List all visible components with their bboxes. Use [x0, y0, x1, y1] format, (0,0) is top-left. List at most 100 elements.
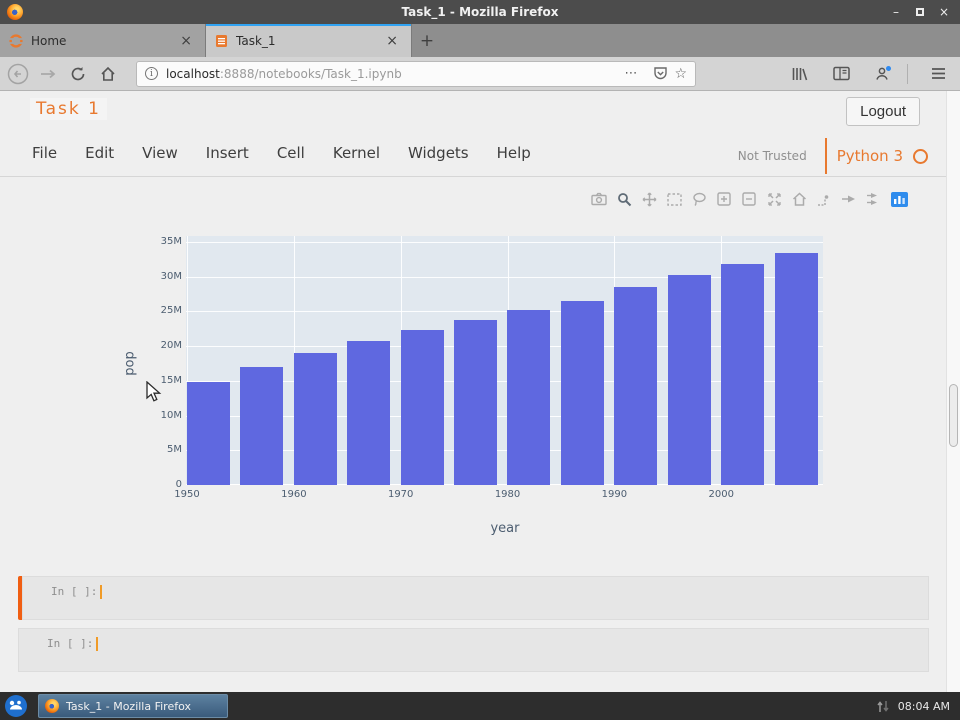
- desktop-taskbar: Task_1 - Mozilla Firefox 08:04 AM: [0, 692, 960, 720]
- plotly-modebar: [590, 190, 908, 208]
- bar-2007[interactable]: [774, 253, 818, 485]
- bar-1982[interactable]: [507, 310, 551, 485]
- camera-icon[interactable]: [590, 190, 608, 208]
- code-cell[interactable]: In [ ]:: [18, 576, 929, 620]
- notebook-title[interactable]: Task 1: [30, 98, 107, 120]
- cell-prompt: In [ ]:: [51, 585, 98, 598]
- notebook-menubar: File Edit View Insert Cell Kernel Widgets Help: [32, 144, 531, 162]
- page-scrollbar[interactable]: [946, 91, 960, 692]
- y-tick-label: 10M: [160, 409, 182, 421]
- menu-item-view[interactable]: View: [142, 144, 178, 162]
- bar-1992[interactable]: [614, 287, 658, 485]
- tab-task1[interactable]: Task_1 ×: [206, 24, 412, 57]
- kernel-idle-icon: [913, 148, 928, 164]
- window-titlebar: Task_1 - Mozilla Firefox – ×: [0, 0, 960, 24]
- menu-item-file[interactable]: File: [32, 144, 57, 162]
- header-divider: [0, 176, 946, 177]
- network-icon[interactable]: [876, 700, 890, 713]
- browser-toolbar: i localhost:8888/notebooks/Task_1.ipynb …: [0, 57, 960, 91]
- y-gridline: [186, 242, 823, 243]
- tab-home[interactable]: Home ×: [0, 24, 206, 57]
- library-icon[interactable]: [787, 62, 811, 86]
- x-tick-label: 1980: [494, 489, 521, 500]
- bar-1962[interactable]: [293, 353, 337, 485]
- box-select-icon[interactable]: [665, 190, 683, 208]
- page-actions-icon[interactable]: ⋯: [624, 66, 638, 81]
- notebook-file-icon: [216, 34, 227, 47]
- menu-hamburger-icon[interactable]: [926, 62, 950, 86]
- menu-item-kernel[interactable]: Kernel: [333, 144, 380, 162]
- menu-item-cell[interactable]: Cell: [277, 144, 305, 162]
- text-caret: [96, 637, 99, 651]
- x-tick-label: 1950: [174, 489, 200, 500]
- spikelines-icon[interactable]: [815, 190, 833, 208]
- zoom-out-icon[interactable]: [740, 190, 758, 208]
- bar-1957[interactable]: [240, 366, 284, 485]
- bar-1967[interactable]: [347, 340, 391, 485]
- close-tab-icon[interactable]: ×: [176, 33, 196, 49]
- bookmark-star-icon[interactable]: ☆: [674, 66, 687, 82]
- mouse-cursor: [146, 381, 162, 402]
- account-icon[interactable]: [871, 62, 895, 86]
- menu-item-widgets[interactable]: Widgets: [408, 144, 469, 162]
- y-tick-label: 30M: [160, 270, 182, 282]
- bar-1977[interactable]: [454, 319, 497, 485]
- tab-label: Task_1: [236, 33, 276, 48]
- cell-input-area[interactable]: In [ ]:: [22, 576, 929, 620]
- sidebars-icon[interactable]: [829, 62, 853, 86]
- pan-icon[interactable]: [640, 190, 658, 208]
- minimize-icon[interactable]: –: [889, 5, 903, 19]
- cell-input-area[interactable]: In [ ]:: [18, 628, 929, 672]
- reset-axes-icon[interactable]: [790, 190, 808, 208]
- logout-button[interactable]: Logout: [846, 97, 920, 126]
- bar-1987[interactable]: [560, 300, 604, 485]
- bar-1972[interactable]: [400, 330, 444, 485]
- trust-status-button[interactable]: Not Trusted: [730, 145, 815, 167]
- x-tick-label: 2000: [708, 489, 734, 500]
- tab-label: Home: [31, 33, 67, 48]
- plot-area[interactable]: [186, 236, 823, 485]
- close-icon[interactable]: ×: [937, 5, 951, 19]
- forward-icon[interactable]: [36, 62, 60, 86]
- new-tab-button[interactable]: +: [412, 24, 442, 57]
- window-title: Task_1 - Mozilla Firefox: [401, 5, 559, 19]
- y-tick-label: 5M: [167, 444, 182, 456]
- menu-item-insert[interactable]: Insert: [206, 144, 249, 162]
- scrollbar-thumb[interactable]: [949, 384, 958, 447]
- home-icon[interactable]: [96, 62, 120, 86]
- applications-menu-icon[interactable]: [5, 695, 27, 717]
- taskbar-window-button[interactable]: Task_1 - Mozilla Firefox: [38, 694, 228, 718]
- menu-item-edit[interactable]: Edit: [85, 144, 114, 162]
- menu-item-help[interactable]: Help: [497, 144, 531, 162]
- zoom-icon[interactable]: [615, 190, 633, 208]
- hover-closest-icon[interactable]: [840, 190, 858, 208]
- reload-icon[interactable]: [66, 62, 90, 86]
- lasso-select-icon[interactable]: [690, 190, 708, 208]
- taskbar-window-label: Task_1 - Mozilla Firefox: [66, 699, 192, 713]
- bar-1997[interactable]: [667, 274, 711, 485]
- bar-1952[interactable]: [186, 382, 230, 485]
- autoscale-icon[interactable]: [765, 190, 783, 208]
- cell-prompt: In [ ]:: [47, 637, 94, 650]
- x-tick-label: 1990: [601, 489, 628, 500]
- hover-compare-icon[interactable]: [865, 190, 883, 208]
- url-text: localhost:8888/notebooks/Task_1.ipynb: [166, 66, 402, 81]
- site-info-icon[interactable]: i: [145, 67, 158, 80]
- text-caret: [100, 585, 103, 599]
- zoom-in-icon[interactable]: [715, 190, 733, 208]
- code-cell[interactable]: In [ ]:: [18, 628, 929, 672]
- close-tab-icon[interactable]: ×: [382, 33, 402, 49]
- maximize-icon[interactable]: [913, 5, 927, 19]
- bar-2002[interactable]: [721, 263, 765, 485]
- plotly-logo-icon[interactable]: [890, 190, 908, 208]
- firefox-icon: [45, 699, 59, 713]
- back-icon[interactable]: [6, 62, 30, 86]
- y-axis-title: pop: [122, 351, 138, 376]
- jupyter-planet-icon: [9, 33, 23, 48]
- kernel-name: Python 3: [836, 147, 903, 165]
- notebook-page: Task 1 Logout File Edit View Insert Cell Kern…: [0, 91, 960, 692]
- x-axis-title: year: [490, 521, 520, 536]
- pocket-icon[interactable]: [648, 62, 672, 86]
- url-bar[interactable]: i localhost:8888/notebooks/Task_1.ipynb …: [136, 60, 696, 87]
- kernel-separator: [824, 138, 827, 174]
